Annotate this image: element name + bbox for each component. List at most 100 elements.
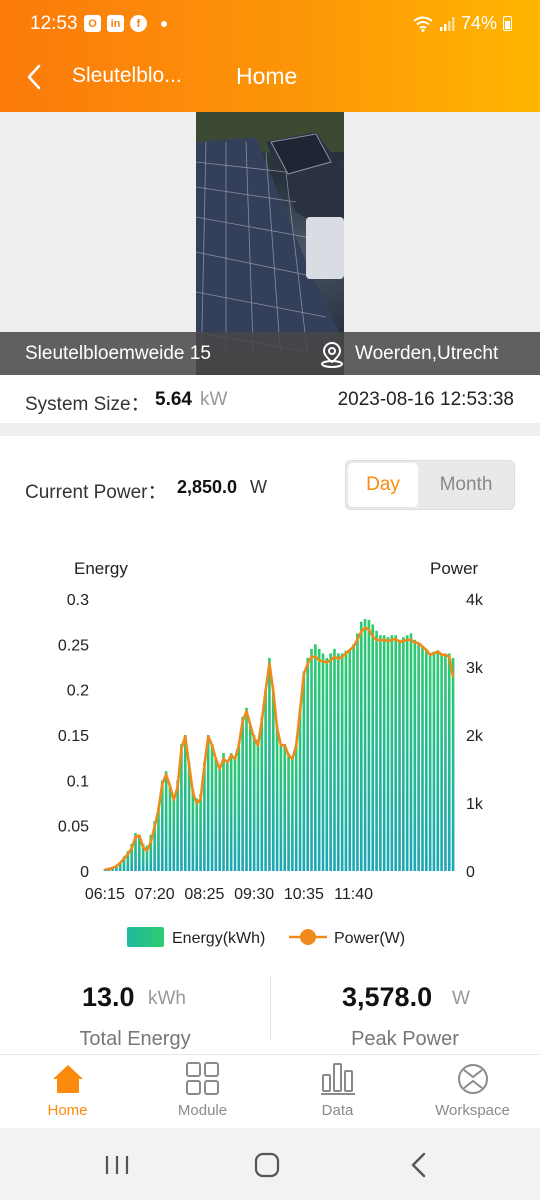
tab-module-label: Module	[177, 1102, 228, 1119]
left-axis-ticks: 0 0.05 0.1 0.15 0.2 0.25 0.3	[58, 592, 89, 881]
energy-bar	[206, 735, 210, 871]
left-tick-label: 0.3	[67, 592, 89, 609]
status-time: 12:53	[30, 13, 78, 34]
site-name-link[interactable]: Sleutelblo...	[72, 64, 182, 88]
status-bar: 12:53 O in f 74%	[0, 0, 540, 50]
system-info-row: System Size： 5.64 kW 2023-08-16 12:53:38	[0, 375, 540, 423]
energy-bar	[302, 671, 306, 871]
x-axis-ticks: 06:15 07:20 08:25 09:30 10:35 11:40	[85, 886, 373, 903]
tab-data-label: Data	[321, 1102, 354, 1119]
totals-row: 13.0 kWh Total Energy 3,578.0 W Peak Pow…	[0, 976, 540, 1054]
energy-bar	[218, 766, 222, 871]
energy-bar	[164, 771, 168, 871]
energy-bar	[329, 653, 332, 871]
energy-bar	[390, 635, 394, 871]
energy-bar	[183, 735, 187, 871]
energy-bar	[344, 650, 348, 871]
energy-bar	[321, 653, 325, 871]
tab-workspace[interactable]: Workspace	[405, 1055, 540, 1129]
energy-bar	[359, 621, 363, 871]
tab-workspace-label: Workspace	[435, 1102, 510, 1119]
notification-icons: O in f	[84, 15, 167, 32]
energy-bar	[436, 650, 440, 871]
energy-bar	[306, 657, 310, 871]
battery-icon	[503, 16, 512, 31]
energy-bar	[172, 798, 176, 871]
x-tick-label: 07:20	[135, 886, 175, 903]
energy-bar	[264, 689, 267, 871]
peak-power-unit: W	[452, 988, 470, 1009]
bar-chart-icon	[321, 1063, 355, 1095]
energy-bar	[268, 657, 271, 871]
left-tick-label: 0	[80, 864, 89, 881]
peak-power-value: 3,578.0	[342, 982, 433, 1012]
last-update-datetime: 2023-08-16 12:53:38	[337, 389, 514, 410]
energy-bar	[421, 646, 424, 871]
energy-bar	[409, 633, 413, 871]
wifi-icon	[413, 16, 433, 32]
energy-bar	[310, 648, 313, 871]
signal-icon	[439, 16, 455, 31]
energy-bar	[317, 648, 321, 871]
energy-bar	[256, 739, 260, 871]
energy-bar	[424, 648, 428, 871]
energy-bar	[260, 716, 264, 871]
energy-bar	[382, 635, 386, 871]
energy-bar	[298, 707, 302, 871]
outlook-icon: O	[84, 15, 101, 32]
back-arrow-icon[interactable]	[22, 62, 48, 92]
x-tick-label: 06:15	[85, 886, 125, 903]
legend-power-label: Power(W)	[334, 930, 405, 947]
tab-data[interactable]: Data	[270, 1055, 405, 1129]
recent-apps-icon[interactable]	[104, 1154, 130, 1176]
tab-home[interactable]: Home	[0, 1055, 135, 1129]
back-button-icon[interactable]	[408, 1152, 430, 1178]
total-energy-label: Total Energy	[79, 1028, 191, 1050]
energy-bar	[447, 653, 451, 871]
energy-bar	[191, 789, 195, 871]
energy-bar	[371, 624, 375, 871]
energy-bar	[440, 653, 443, 871]
energy-bar	[283, 744, 287, 871]
x-tick-label: 09:30	[234, 886, 274, 903]
peak-power-label: Peak Power	[351, 1028, 459, 1050]
right-tick-label: 2k	[466, 728, 484, 745]
energy-bar	[229, 753, 233, 871]
right-axis-ticks: 0 1k 2k 3k 4k	[466, 592, 484, 881]
energy-bar	[195, 798, 199, 871]
workspace-icon	[458, 1064, 488, 1094]
facebook-icon: f	[130, 15, 147, 32]
month-tab[interactable]: Month	[418, 463, 514, 507]
energy-bar	[275, 725, 279, 871]
energy-bar	[402, 637, 405, 871]
left-tick-label: 0.25	[58, 637, 89, 654]
energy-bar	[199, 793, 202, 871]
energy-bar	[287, 753, 290, 871]
energy-bar	[398, 639, 401, 871]
left-tick-label: 0.05	[58, 819, 89, 836]
energy-bar	[168, 784, 172, 871]
energy-bars	[103, 618, 455, 871]
home-button-icon[interactable]	[254, 1152, 280, 1178]
energy-bar	[379, 635, 382, 871]
legend-energy-swatch	[127, 927, 164, 947]
production-card: Current Power： 2,850.0 W Day Month Energ…	[0, 436, 540, 1054]
system-navigation-bar	[0, 1128, 540, 1200]
system-size-label: System Size：	[25, 394, 150, 415]
day-tab[interactable]: Day	[348, 463, 418, 507]
tab-module[interactable]: Module	[135, 1055, 270, 1129]
energy-bar	[386, 637, 390, 871]
tab-home-label: Home	[47, 1102, 88, 1119]
energy-bar	[336, 653, 340, 871]
legend-power-marker	[300, 929, 316, 945]
energy-bar	[363, 618, 367, 871]
site-photo-area: Sleutelbloemweide 15 Woerden,Utrecht	[0, 112, 540, 375]
right-tick-label: 0	[466, 864, 475, 881]
energy-bar	[226, 762, 229, 871]
energy-bar	[333, 648, 336, 871]
left-tick-label: 0.1	[67, 773, 89, 790]
period-toggle: Day Month	[345, 460, 515, 510]
site-location: Woerden,Utrecht	[355, 343, 499, 364]
energy-bar	[348, 648, 352, 871]
right-tick-label: 1k	[466, 796, 484, 813]
